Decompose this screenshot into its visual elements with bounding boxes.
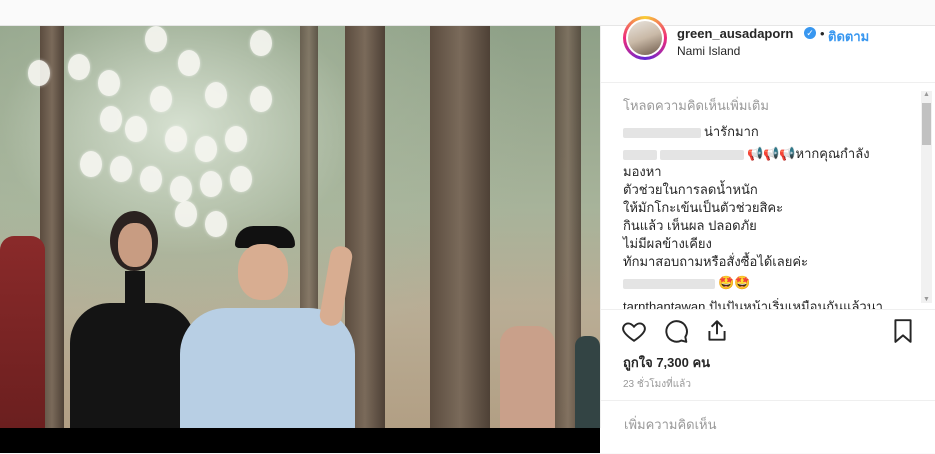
balloon <box>200 171 222 197</box>
comment-text: น่ารักมาก <box>704 124 759 139</box>
blurred-username <box>623 127 701 138</box>
add-comment-input[interactable] <box>622 413 916 435</box>
comment-text: 📢📢📢หากคุณกำลัง มองหา ตัวช่วยในการลดน้ำหน… <box>623 146 870 269</box>
blurred-username <box>660 149 744 160</box>
post-header: green_ausadaporn ✓ • ติดตาม Nami Island <box>601 16 935 83</box>
comment-text: tarnthantawan ปันปันหน้าเริ่มเหมือนกันแล… <box>623 299 883 309</box>
balloon <box>28 60 50 86</box>
balloon <box>100 106 122 132</box>
post-timestamp[interactable]: 23 ชั่วโมงที่แล้ว <box>623 377 691 392</box>
scrollbar-thumb[interactable] <box>922 103 931 145</box>
comment-item: tarnthantawan ปันปันหน้าเริ่มเหมือนกันแล… <box>623 298 908 309</box>
balloon <box>178 50 200 76</box>
avatar[interactable] <box>623 16 667 60</box>
comment-icon[interactable] <box>663 318 689 344</box>
balloon <box>170 176 192 202</box>
balloon <box>165 126 187 152</box>
add-comment-area <box>601 400 935 454</box>
background-person <box>575 336 600 428</box>
balloon <box>110 156 132 182</box>
balloon <box>205 82 227 108</box>
share-icon[interactable] <box>704 318 730 344</box>
balloon <box>145 26 167 52</box>
comment-item: 📢📢📢หากคุณกำลัง มองหา ตัวช่วยในการลดน้ำหน… <box>623 145 908 271</box>
background-person <box>0 236 45 428</box>
header-separator: • <box>820 26 825 41</box>
comment-item: น่ารักมาก <box>623 123 908 141</box>
balloon <box>125 116 147 142</box>
scroll-up-arrow-icon[interactable]: ▲ <box>923 91 930 98</box>
load-more-comments-link[interactable]: โหลดความคิดเห็นเพิ่มเติม <box>623 95 769 116</box>
blurred-username <box>623 278 715 289</box>
comment-text: 🤩🤩 <box>718 275 751 290</box>
photo-letterbox-bar <box>0 428 600 453</box>
balloon <box>230 166 252 192</box>
username-link[interactable]: green_ausadaporn <box>677 26 793 41</box>
action-bar <box>601 309 935 354</box>
blurred-username <box>623 149 657 160</box>
verified-badge-icon: ✓ <box>804 27 816 39</box>
balloon <box>150 86 172 112</box>
balloon <box>225 126 247 152</box>
background-person <box>500 326 555 428</box>
post-photo[interactable] <box>0 26 600 428</box>
post-sidebar: green_ausadaporn ✓ • ติดตาม Nami Island … <box>600 16 935 435</box>
balloon <box>68 54 90 80</box>
balloon <box>80 151 102 177</box>
tree-trunk <box>430 26 490 428</box>
balloon <box>140 166 162 192</box>
balloon <box>195 136 217 162</box>
likes-count[interactable]: ถูกใจ 7,300 คน <box>623 352 710 373</box>
comments-scrollbar[interactable]: ▲ ▼ <box>921 91 932 303</box>
comments-list[interactable]: โหลดความคิดเห็นเพิ่มเติม น่ารักมาก 📢📢📢หา… <box>601 83 935 309</box>
instagram-post: green_ausadaporn ✓ • ติดตาม Nami Island … <box>0 16 935 453</box>
scroll-down-arrow-icon[interactable]: ▼ <box>923 296 930 303</box>
man-figure <box>180 226 360 428</box>
heart-icon[interactable] <box>621 318 647 344</box>
woman-figure <box>70 211 195 428</box>
location-link[interactable]: Nami Island <box>677 44 740 58</box>
follow-button[interactable]: ติดตาม <box>828 26 869 47</box>
balloon <box>250 86 272 112</box>
comment-item: 🤩🤩 <box>623 274 908 292</box>
balloon <box>250 30 272 56</box>
bookmark-icon[interactable] <box>890 318 916 344</box>
balloon <box>98 70 120 96</box>
